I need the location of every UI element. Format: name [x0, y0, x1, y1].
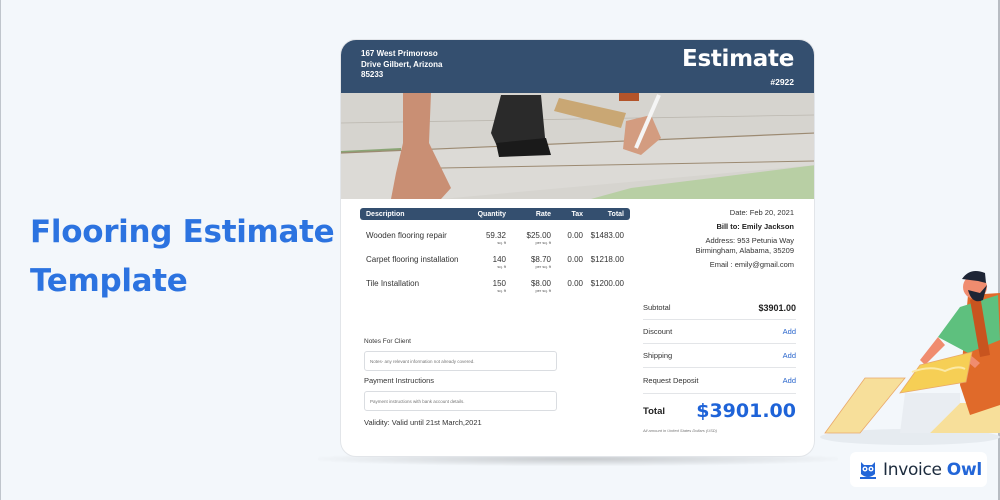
total-row: Total $3901.00 [643, 394, 796, 428]
deposit-label: Request Deposit [643, 376, 699, 385]
rate-unit: per sq. ft [535, 240, 551, 245]
estimate-card: 167 West Primoroso Drive Gilbert, Arizon… [340, 39, 815, 457]
summary-panel: Subtotal $3901.00 Discount Add Shipping … [643, 296, 796, 433]
item-tax: 0.00 [567, 279, 583, 288]
item-quantity: 59.32 sq. ft [466, 231, 506, 245]
validity-text: Validity: Valid until 21st March,2021 [364, 418, 482, 427]
item-total: $1483.00 [590, 231, 624, 240]
left-edge-line [0, 0, 1, 500]
bill-to: Bill to: Emily Jackson [716, 222, 794, 231]
header-description: Description [366, 210, 405, 218]
subtotal-value: $3901.00 [758, 302, 796, 313]
document-number: #2922 [770, 77, 794, 87]
deposit-row: Request Deposit Add [643, 368, 796, 394]
quantity-unit: sq. ft [497, 240, 506, 245]
discount-label: Discount [643, 327, 673, 336]
rate-value: $8.70 [530, 255, 551, 264]
owl-icon [860, 461, 876, 479]
line-items-table: Description Quantity Rate Tax Total Wood… [360, 208, 630, 293]
hero-title-line2: Template [30, 263, 188, 299]
notes-input[interactable] [364, 351, 557, 371]
total-label: Total [643, 405, 665, 417]
item-total: $1218.00 [590, 255, 624, 264]
subtotal-label: Subtotal [643, 303, 671, 312]
quantity-value: 150 [492, 279, 506, 288]
quantity-unit: sq. ft [497, 288, 506, 293]
shipping-row: Shipping Add [643, 344, 796, 368]
table-row: Wooden flooring repair 59.32 sq. ft $25.… [360, 231, 630, 245]
header-quantity: Quantity [477, 210, 506, 218]
bill-email: Email : emily@gmail.com [709, 260, 794, 269]
flooring-photo [341, 93, 814, 199]
quantity-unit: sq. ft [497, 264, 506, 269]
company-address: 167 West Primoroso Drive Gilbert, Arizon… [361, 49, 471, 81]
total-value: $3901.00 [696, 400, 796, 422]
notes-label: Notes For Client [364, 338, 411, 345]
subtotal-row: Subtotal $3901.00 [643, 296, 796, 320]
discount-row: Discount Add [643, 320, 796, 344]
currency-footnote: All amount in United States Dollars (USD… [643, 428, 718, 433]
brand-logo[interactable]: Invoice Owl [850, 452, 987, 487]
brand-name-part2: Owl [946, 459, 982, 480]
rate-unit: per sq. ft [535, 288, 551, 293]
item-rate: $25.00 per sq. ft [506, 231, 551, 245]
payment-instructions-input[interactable] [364, 391, 557, 411]
estimate-date: Date: Feb 20, 2021 [729, 208, 794, 217]
rate-value: $8.00 [530, 279, 551, 288]
quantity-value: 140 [492, 255, 506, 264]
rate-unit: per sq. ft [535, 264, 551, 269]
bill-address-line1: Address: 953 Petunia Way [705, 236, 794, 245]
document-title: Estimate [682, 46, 794, 72]
add-discount-link[interactable]: Add [783, 327, 796, 336]
bill-address-line2: Birmingham, Alabama, 35209 [695, 246, 794, 255]
rate-value: $25.00 [526, 231, 551, 240]
quantity-value: 59.32 [485, 231, 506, 240]
payment-instructions-label: Payment Instructions [364, 376, 435, 385]
item-total: $1200.00 [590, 279, 624, 288]
add-deposit-link[interactable]: Add [783, 376, 796, 385]
add-shipping-link[interactable]: Add [783, 351, 796, 360]
item-quantity: 150 sq. ft [466, 279, 506, 293]
header-total: Total [607, 210, 624, 218]
header-tax: Tax [571, 210, 583, 218]
company-address-line: 85233 [361, 70, 384, 79]
brand-name: Invoice Owl [883, 460, 982, 480]
table-row: Carpet flooring installation 140 sq. ft … [360, 255, 630, 269]
shipping-label: Shipping [643, 351, 673, 360]
item-quantity: 140 sq. ft [466, 255, 506, 269]
bill-info: Date: Feb 20, 2021 Bill to: Emily Jackso… [696, 208, 794, 270]
table-row: Tile Installation 150 sq. ft $8.00 per s… [360, 279, 630, 293]
item-tax: 0.00 [567, 231, 583, 240]
worker-laying-tiles-illustration [820, 271, 1000, 445]
hero-title: Flooring Estimate Template [30, 208, 335, 306]
company-address-line: 167 West Primoroso [361, 49, 438, 58]
item-rate: $8.70 per sq. ft [506, 255, 551, 269]
notes-section: Notes For Client Payment Instructions Va… [364, 338, 557, 427]
header-rate: Rate [535, 210, 551, 218]
flooring-photo-illustration [341, 93, 814, 199]
item-description: Wooden flooring repair [366, 231, 447, 240]
floor-tile [824, 377, 906, 434]
hero-title-line1: Flooring Estimate [30, 214, 335, 250]
brand-name-part1: Invoice [883, 459, 942, 480]
table-header: Description Quantity Rate Tax Total [360, 208, 630, 220]
item-description: Tile Installation [366, 279, 420, 288]
company-address-line: Drive Gilbert, Arizona [361, 59, 443, 69]
item-rate: $8.00 per sq. ft [506, 279, 551, 293]
item-tax: 0.00 [567, 255, 583, 264]
estimate-header: 167 West Primoroso Drive Gilbert, Arizon… [341, 40, 814, 93]
item-description: Carpet flooring installation [366, 255, 459, 264]
